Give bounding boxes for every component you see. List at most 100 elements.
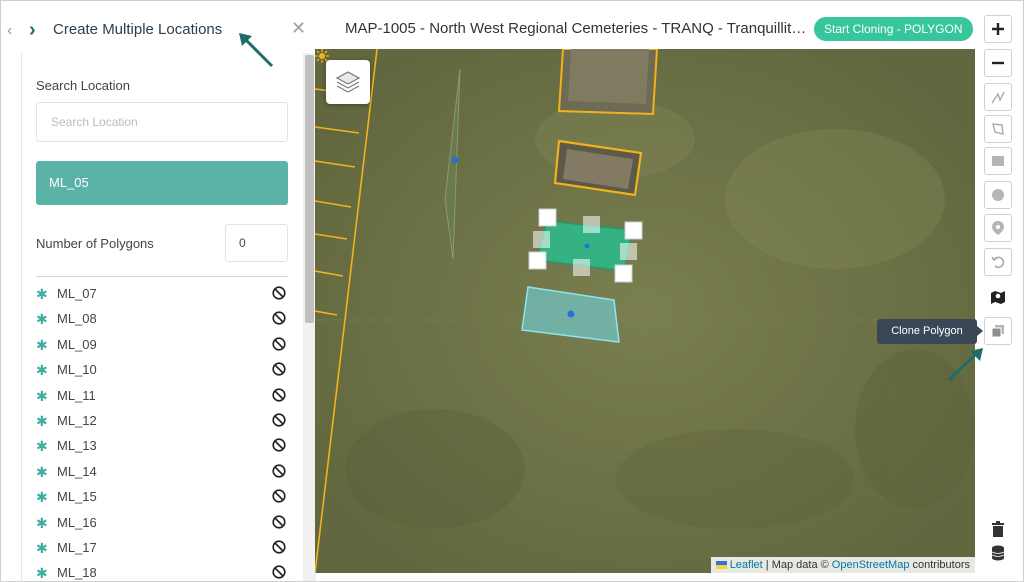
database-icon xyxy=(991,545,1005,561)
flag-icon xyxy=(715,561,727,570)
trash-icon xyxy=(992,521,1004,537)
zoom-in-button[interactable] xyxy=(984,15,1012,43)
selected-location[interactable]: ML_05 xyxy=(36,161,288,205)
clone-icon xyxy=(991,325,1004,338)
ban-icon[interactable] xyxy=(272,464,286,478)
osm-link[interactable]: OpenStreetMap xyxy=(832,559,910,571)
ban-icon[interactable] xyxy=(272,362,286,376)
polygon-icon xyxy=(992,123,1004,135)
draw-polyline-button[interactable] xyxy=(984,83,1012,111)
asterisk-icon: ✱ xyxy=(36,387,48,404)
ban-icon[interactable] xyxy=(272,337,286,351)
search-input[interactable] xyxy=(36,102,288,142)
start-cloning-button[interactable]: Start Cloning - POLYGON xyxy=(814,17,973,41)
search-label: Search Location xyxy=(36,78,130,93)
polygons-label: Number of Polygons xyxy=(36,236,154,251)
ban-icon[interactable] xyxy=(272,413,286,427)
sun-icon xyxy=(315,49,329,63)
map-layers-button[interactable] xyxy=(984,283,1012,311)
circle-icon xyxy=(992,189,1004,201)
draw-marker-button[interactable] xyxy=(984,214,1012,242)
asterisk-icon: ✱ xyxy=(36,336,48,353)
list-item[interactable]: ✱ ML_07 xyxy=(36,281,288,306)
map-icon xyxy=(991,291,1005,304)
location-name: ML_07 xyxy=(57,286,97,301)
ban-icon[interactable] xyxy=(272,565,286,579)
annotation-arrow xyxy=(947,348,983,382)
list-item[interactable]: ✱ ML_11 xyxy=(36,383,288,408)
undo-icon xyxy=(991,256,1005,269)
list-item[interactable]: ✱ ML_18 xyxy=(36,560,288,581)
asterisk-icon: ✱ xyxy=(36,489,48,506)
locations-panel: Search Location ML_05 Number of Polygons… xyxy=(21,53,316,581)
asterisk-icon: ✱ xyxy=(36,362,48,379)
list-item[interactable]: ✱ ML_12 xyxy=(36,408,288,433)
list-item[interactable]: ✱ ML_09 xyxy=(36,332,288,357)
asterisk-icon: ✱ xyxy=(36,286,48,302)
asterisk-icon: ✱ xyxy=(36,438,48,455)
planter-top xyxy=(557,49,659,116)
location-name: ML_12 xyxy=(57,412,97,428)
chevron-left-icon[interactable]: ‹ xyxy=(7,22,12,40)
close-icon[interactable]: ✕ xyxy=(291,18,306,39)
panel-title: Create Multiple Locations xyxy=(53,21,223,38)
plus-icon xyxy=(992,23,1004,35)
leaflet-link[interactable]: Leaflet xyxy=(730,559,763,571)
marker-icon xyxy=(992,221,1004,235)
list-item[interactable]: ✱ ML_16 xyxy=(36,510,288,535)
location-name: ML_15 xyxy=(57,489,97,505)
divider xyxy=(36,276,288,277)
ban-icon[interactable] xyxy=(272,286,286,300)
list-item[interactable]: ✱ ML_17 xyxy=(36,535,288,560)
ban-icon[interactable] xyxy=(272,489,286,503)
list-item[interactable]: ✱ ML_13 xyxy=(36,433,288,458)
ban-icon[interactable] xyxy=(272,438,286,452)
map-canvas[interactable]: Leaflet | Map data © OpenStreetMap contr… xyxy=(315,49,975,573)
list-item[interactable]: ✱ ML_08 xyxy=(36,306,288,331)
location-name: ML_17 xyxy=(57,539,97,555)
ban-icon[interactable] xyxy=(272,387,286,402)
polygons-count-input[interactable] xyxy=(225,224,288,262)
rectangle-icon xyxy=(992,156,1004,166)
app-window: ‹ › Create Multiple Locations ✕ MAP-1005… xyxy=(0,0,1024,582)
attribution-text: | Map data © xyxy=(765,559,829,571)
location-name: ML_14 xyxy=(57,463,97,479)
location-name: ML_16 xyxy=(57,514,97,530)
ban-icon[interactable] xyxy=(272,311,286,325)
panel-content: Search Location ML_05 Number of Polygons… xyxy=(22,53,302,581)
asterisk-icon: ✱ xyxy=(36,311,48,328)
list-item[interactable]: ✱ ML_15 xyxy=(36,484,288,509)
layers-icon xyxy=(335,71,361,93)
top-bar: ‹ › Create Multiple Locations ✕ MAP-1005… xyxy=(1,1,1023,53)
draw-circle-button[interactable] xyxy=(984,181,1012,209)
asterisk-icon: ✱ xyxy=(36,463,48,480)
location-name: ML_09 xyxy=(57,336,97,352)
asterisk-icon: ✱ xyxy=(36,514,48,531)
clone-polygon-button[interactable] xyxy=(984,317,1012,345)
chevron-right-icon[interactable]: › xyxy=(29,19,36,42)
polyline-icon xyxy=(991,91,1005,104)
draw-rectangle-button[interactable] xyxy=(984,147,1012,175)
database-button[interactable] xyxy=(984,539,1012,567)
aerial-imagery xyxy=(315,49,975,573)
ban-icon[interactable] xyxy=(272,514,286,529)
location-name: ML_10 xyxy=(57,362,97,378)
annotation-arrow xyxy=(239,33,274,68)
list-item[interactable]: ✱ ML_10 xyxy=(36,357,288,382)
location-name: ML_18 xyxy=(57,565,97,581)
list-item[interactable]: ✱ ML_14 xyxy=(36,459,288,484)
location-name: ML_08 xyxy=(57,311,97,327)
undo-button[interactable] xyxy=(984,248,1012,276)
map-attribution: Leaflet | Map data © OpenStreetMap contr… xyxy=(710,557,975,573)
scrollbar-thumb[interactable] xyxy=(305,55,314,323)
location-list: ✱ ML_07 ✱ ML_08 ✱ ML_09 ✱ ML_10 ✱ ML_11 ✱ ML_12 ✱ ML_… xyxy=(36,281,288,581)
location-name: ML_13 xyxy=(57,438,97,454)
layers-button[interactable] xyxy=(326,60,370,104)
asterisk-icon: ✱ xyxy=(36,539,48,556)
draw-polygon-button[interactable] xyxy=(984,115,1012,143)
zoom-out-button[interactable] xyxy=(984,49,1012,77)
ban-icon[interactable] xyxy=(272,540,286,554)
minus-icon xyxy=(992,61,1004,65)
asterisk-icon: ✱ xyxy=(36,412,48,429)
location-name: ML_11 xyxy=(57,387,96,403)
